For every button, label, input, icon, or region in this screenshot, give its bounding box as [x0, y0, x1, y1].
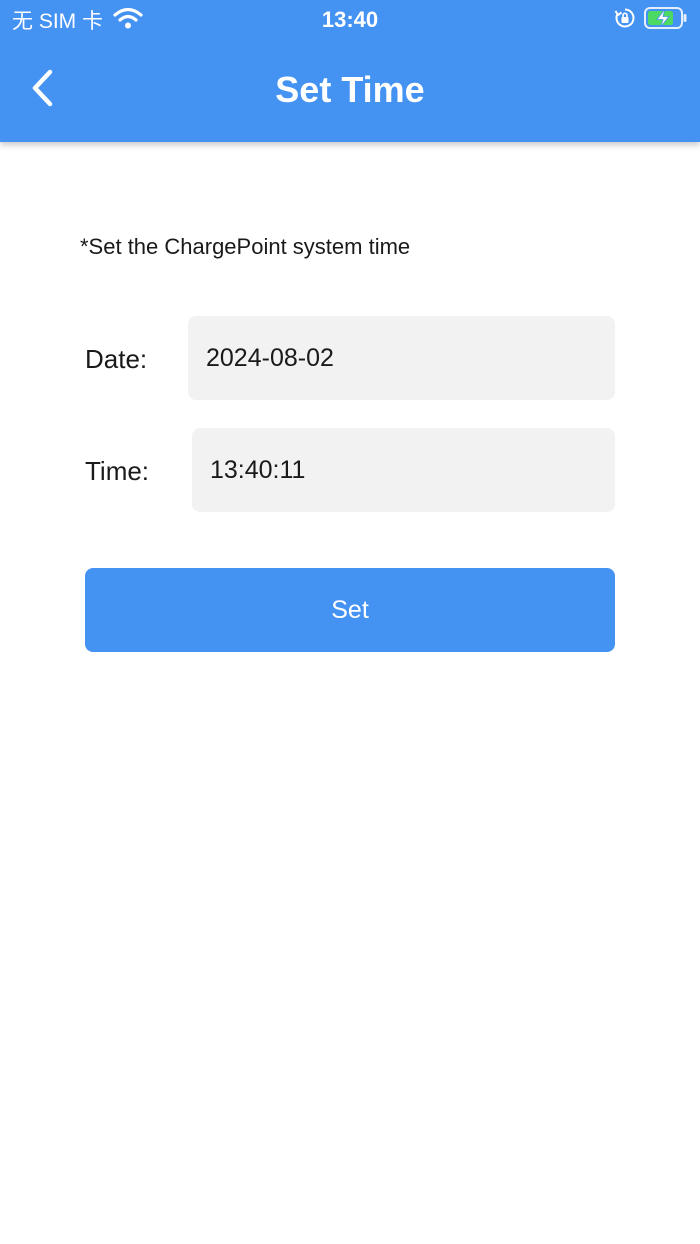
- set-time-screen: 无 SIM 卡 13:40 Set Time *Set the ChargePo…: [0, 0, 700, 1244]
- page-title: Set Time: [275, 69, 425, 110]
- orientation-lock-icon: [614, 7, 636, 34]
- battery-charging-icon: [644, 6, 688, 35]
- date-value: 2024-08-02: [206, 344, 334, 372]
- date-label: Date:: [85, 344, 148, 374]
- time-value: 13:40:11: [210, 456, 306, 484]
- set-button[interactable]: Set: [85, 568, 615, 652]
- status-bar: 无 SIM 卡 13:40: [0, 0, 700, 40]
- set-button-label: Set: [331, 595, 369, 624]
- time-label: Time:: [85, 456, 150, 486]
- nav-bar: Set Time: [0, 40, 700, 142]
- date-field[interactable]: 2024-08-02: [188, 316, 615, 400]
- status-clock: 13:40: [321, 7, 379, 32]
- time-field[interactable]: 13:40:11: [192, 428, 615, 512]
- status-right-icons: [614, 6, 688, 35]
- app-header: 无 SIM 卡 13:40 Set Time: [0, 0, 700, 142]
- hint-text: *Set the ChargePoint system time: [80, 234, 411, 259]
